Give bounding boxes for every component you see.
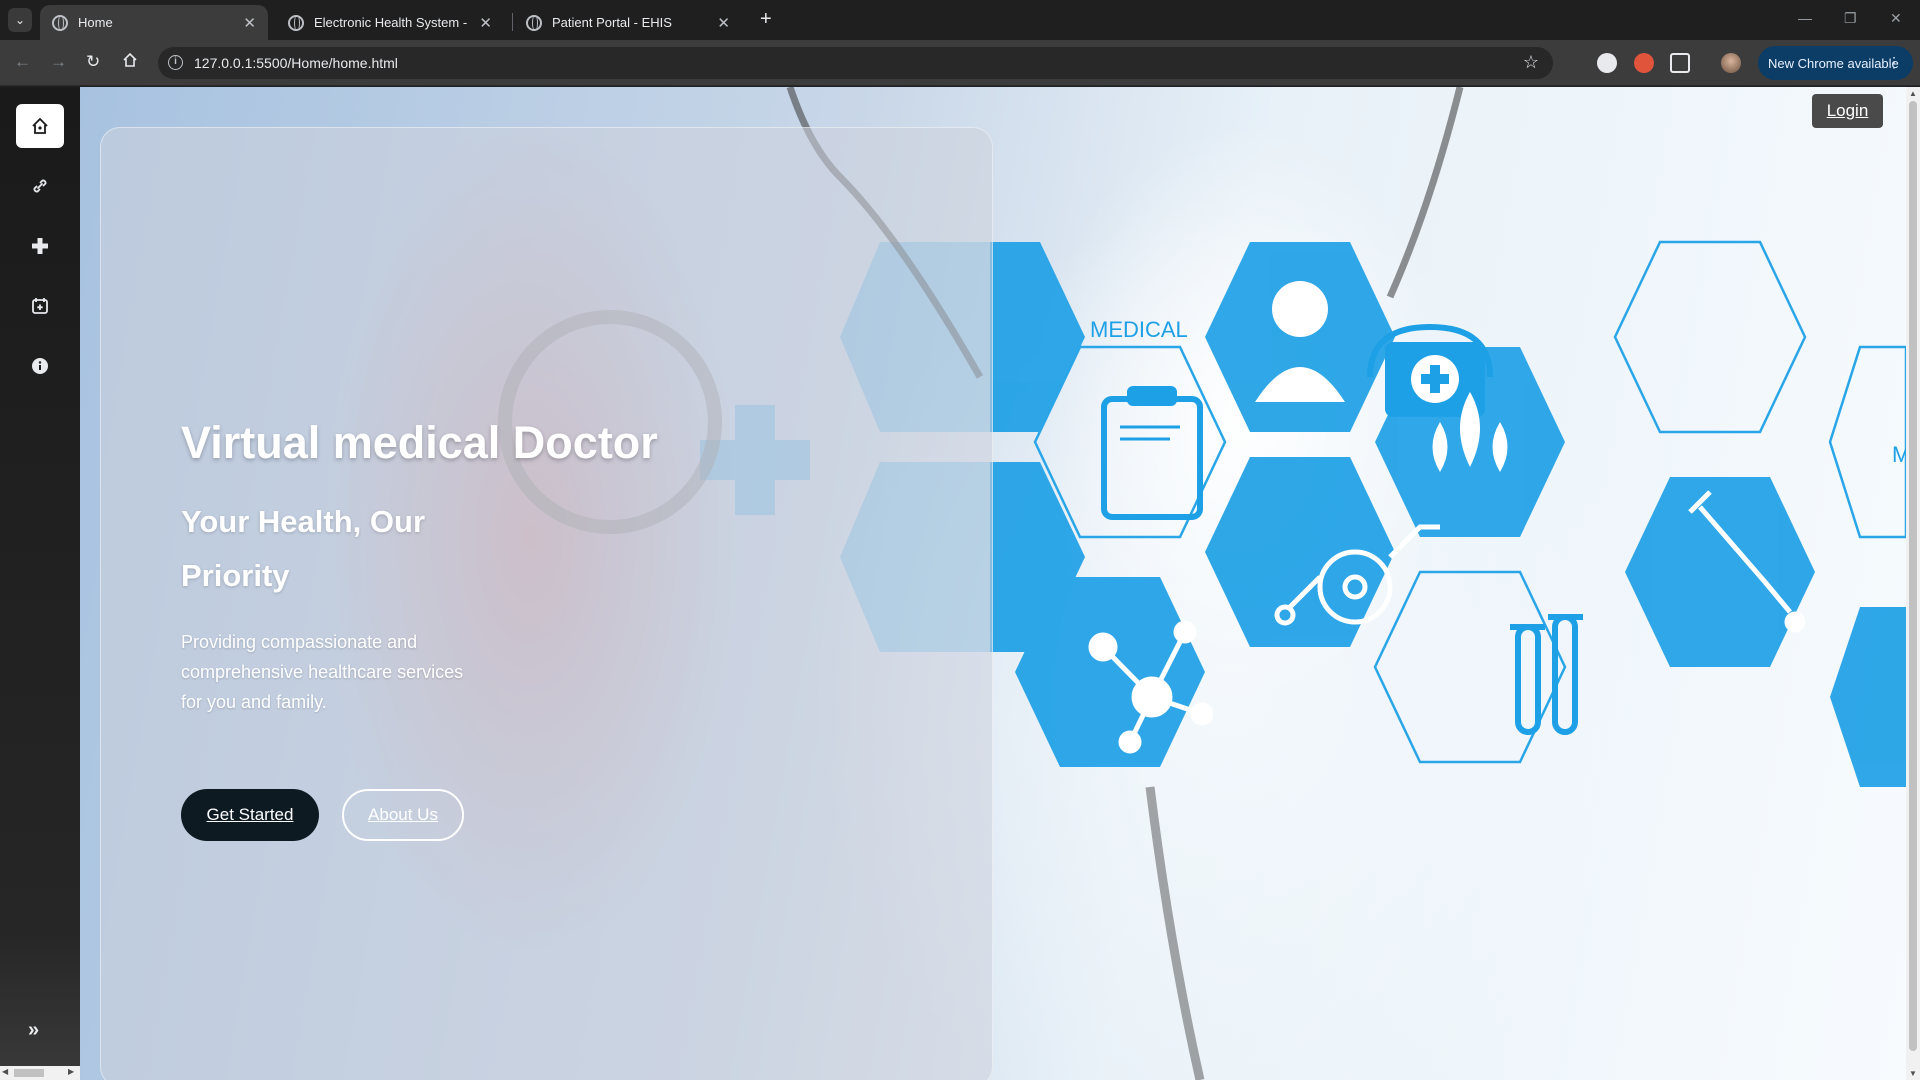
sidebar-expand-button[interactable]: » xyxy=(28,1019,39,1042)
horizontal-scrollbar[interactable]: ◀ ▶ xyxy=(0,1066,80,1080)
tab-title: Home xyxy=(78,15,113,30)
sidebar-item-links[interactable] xyxy=(16,164,64,208)
globe-icon xyxy=(526,14,542,31)
sidebar-nav: » xyxy=(0,87,80,1080)
extension-icon[interactable] xyxy=(1597,53,1617,73)
restore-button[interactable]: ❐ xyxy=(1844,10,1857,27)
back-arrow-icon[interactable]: ← xyxy=(14,52,31,72)
hex-medical-text: MEDICAL xyxy=(1090,317,1188,342)
address-bar[interactable]: i 127.0.0.1:5500/Home/home.html ☆ xyxy=(158,47,1553,79)
sidebar-item-appointments[interactable] xyxy=(16,284,64,328)
hex-syringe xyxy=(1625,477,1815,667)
home-button-icon[interactable] xyxy=(122,52,138,73)
tab-title: Electronic Health System - Login xyxy=(314,15,471,30)
vertical-scroll-thumb[interactable] xyxy=(1909,101,1917,1051)
plus-icon xyxy=(32,238,48,254)
sidebar-item-about[interactable] xyxy=(16,344,64,388)
more-menu-icon[interactable]: ⋮ xyxy=(1887,54,1901,71)
new-chrome-available-button[interactable]: New Chrome available ⋮ xyxy=(1758,46,1913,80)
tab-home[interactable]: Home ✕ xyxy=(40,5,268,40)
vertical-scrollbar[interactable]: ▲ ▼ xyxy=(1906,87,1920,1080)
reload-icon[interactable]: ↻ xyxy=(86,52,100,72)
hero-title: Virtual medical Doctor xyxy=(181,417,658,468)
sidebar-item-services[interactable] xyxy=(16,224,64,268)
minimize-button[interactable]: — xyxy=(1798,10,1812,26)
extensions-puzzle-icon[interactable] xyxy=(1670,53,1690,73)
browser-toolbar: ← → ↻ i 127.0.0.1:5500/Home/home.html ☆ … xyxy=(0,40,1920,86)
login-button[interactable]: Login xyxy=(1812,94,1883,128)
hero-subtitle: Your Health, Our Priority xyxy=(181,504,426,593)
link-icon xyxy=(33,179,47,193)
get-started-button[interactable]: Get Started xyxy=(181,789,319,841)
close-tab-icon[interactable]: ✕ xyxy=(243,14,256,32)
close-window-button[interactable]: ✕ xyxy=(1890,10,1902,27)
tab-title: Patient Portal - EHIS xyxy=(552,15,672,30)
close-tab-icon[interactable]: ✕ xyxy=(717,14,730,32)
new-chrome-label: New Chrome available xyxy=(1768,55,1899,71)
hex-outline-medkit xyxy=(1613,240,1807,434)
close-tab-icon[interactable]: ✕ xyxy=(479,14,492,32)
scroll-left-icon[interactable]: ◀ xyxy=(2,1067,8,1076)
horizontal-scroll-thumb[interactable] xyxy=(14,1069,44,1077)
new-tab-button[interactable]: + xyxy=(760,8,772,30)
tab-login[interactable]: Electronic Health System - Login ✕ xyxy=(276,5,504,40)
page-viewport: MEDICAL M » Virtual medical Doctor Your … xyxy=(0,87,1920,1080)
tab-search-button[interactable]: ⌄ xyxy=(8,8,32,32)
browser-tab-strip: ⌄ Home ✕ Electronic Health System - Logi… xyxy=(0,0,1920,40)
scroll-up-icon[interactable]: ▲ xyxy=(1909,89,1917,98)
extension-red-icon[interactable] xyxy=(1634,53,1654,73)
scroll-right-icon[interactable]: ▶ xyxy=(68,1067,74,1076)
tab-divider xyxy=(512,13,513,31)
site-info-icon[interactable]: i xyxy=(168,55,183,70)
sidebar-item-home[interactable] xyxy=(16,104,64,148)
globe-icon xyxy=(288,14,304,31)
about-us-button[interactable]: About Us xyxy=(342,789,464,841)
profile-avatar[interactable] xyxy=(1721,53,1741,73)
hero-description: Providing compassionate and comprehensiv… xyxy=(181,632,464,712)
hex-edge-left xyxy=(990,242,1085,432)
calendar-add-icon xyxy=(32,298,48,314)
tab-patient-portal[interactable]: Patient Portal - EHIS ✕ xyxy=(514,5,742,40)
scroll-down-icon[interactable]: ▼ xyxy=(1909,1069,1917,1078)
hero-glass-panel xyxy=(100,127,993,1080)
address-url[interactable]: 127.0.0.1:5500/Home/home.html xyxy=(194,55,398,71)
globe-icon xyxy=(52,14,68,31)
info-icon xyxy=(32,358,48,374)
hex-edge-right xyxy=(1830,607,1906,787)
bookmark-star-icon[interactable]: ☆ xyxy=(1523,52,1539,73)
forward-arrow-icon[interactable]: → xyxy=(50,52,67,72)
home-icon xyxy=(32,117,48,134)
